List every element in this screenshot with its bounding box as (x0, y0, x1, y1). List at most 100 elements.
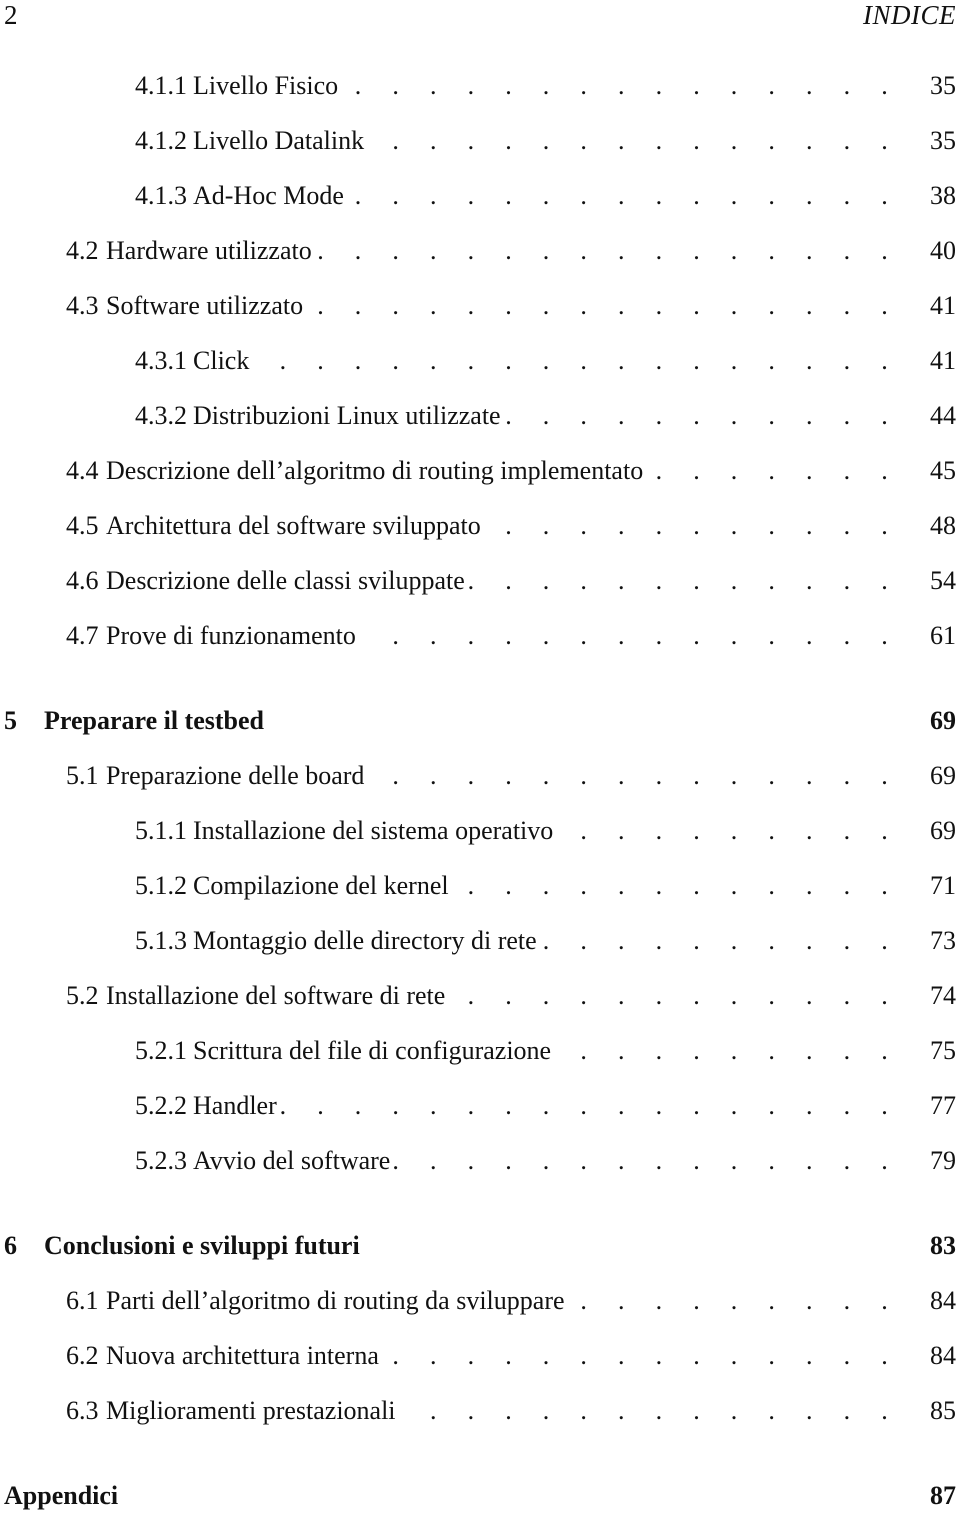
toc-entry[interactable]: 5.1.1 Installazione del sistema operativ… (0, 814, 960, 848)
toc-entry-title: Montaggio delle directory di rete (193, 924, 541, 958)
toc-leader: . . . . . . . . . . . . . . . . . . . . … (647, 456, 900, 485)
toc-entry[interactable]: 4.1.3 Ad-Hoc Mode. . . . . . . . . . . .… (0, 179, 960, 213)
toc-entry[interactable]: 4.3.1 Click. . . . . . . . . . . . . . .… (0, 344, 960, 378)
page-number: 2 (4, 0, 18, 30)
toc-entry[interactable]: 4.1.1 Livello Fisico. . . . . . . . . . … (0, 69, 960, 103)
toc-leader: . . . . . . . . . . . . . . . . . . . . … (342, 71, 900, 100)
toc-leader: . . . . . . . . . . . . . . . . . . . . … (316, 236, 900, 265)
toc-entry-number: 5.1.1 (135, 816, 187, 845)
toc-entry-number: 4.6 (66, 566, 99, 595)
toc-entry-page: 84 (930, 1341, 956, 1370)
toc-entry-page: 85 (930, 1396, 956, 1425)
toc-entry[interactable]: 4.3 Software utilizzato. . . . . . . . .… (0, 289, 960, 323)
toc-entry[interactable]: 4.5 Architettura del software sviluppato… (0, 509, 960, 543)
toc-entry-number: 5.2 (66, 981, 99, 1010)
toc-leader: . . . . . . . . . . . . . . . . . . . . … (400, 1396, 900, 1425)
toc-entry-number: 6 (4, 1231, 17, 1260)
running-title: INDICE (863, 0, 956, 30)
toc-entry-page: 44 (930, 401, 956, 430)
toc-entry-number: 4.3.2 (135, 401, 187, 430)
toc-entry-number: 4.1.3 (135, 181, 187, 210)
toc-leader: . . . . . . . . . . . . . . . . . . . . … (383, 1341, 900, 1370)
toc-chapter[interactable]: 5 Preparare il testbed 69 (0, 704, 960, 738)
toc-entry-number: 4.1.1 (135, 71, 187, 100)
toc-entry[interactable]: 5.2 Installazione del software di rete. … (0, 979, 960, 1013)
toc-leader: . . . . . . . . . . . . . . . . . . . . … (253, 346, 900, 375)
toc-entry-page: 83 (930, 1231, 956, 1260)
toc-entry-page: 35 (930, 126, 956, 155)
toc-leader: . . . . . . . . . . . . . . . . . . . . … (468, 566, 900, 595)
toc-entry-title: Architettura del software sviluppato (106, 509, 485, 543)
toc-entry-title: Scrittura del file di configurazione (193, 1034, 556, 1068)
toc-entry-title: Click (193, 344, 254, 378)
toc-entry-title: Hardware utilizzato (106, 234, 316, 268)
toc-entry-title: Software utilizzato (106, 289, 308, 323)
toc-entry[interactable]: 4.4 Descrizione dell’algoritmo di routin… (0, 454, 960, 488)
toc-entry-number: 5.1 (66, 761, 99, 790)
toc-entry-title: Distribuzioni Linux utilizzate (193, 399, 505, 433)
toc-entry[interactable]: 5.2.2 Handler. . . . . . . . . . . . . .… (0, 1089, 960, 1123)
toc-entry-number: 4.7 (66, 621, 99, 650)
toc-leader: . . . . . . . . . . . . . . . . . . . . … (485, 511, 900, 540)
toc-entry-page: 38 (930, 181, 956, 210)
toc-entry-number: 5.2.3 (135, 1146, 187, 1175)
toc-entry-number: 6.3 (66, 1396, 99, 1425)
toc-entry-title: Appendici (4, 1479, 123, 1513)
toc-entry-page: 74 (930, 981, 956, 1010)
toc-entry[interactable]: 6.2 Nuova architettura interna. . . . . … (0, 1339, 960, 1373)
toc-entry-title: Preparare il testbed (44, 704, 268, 738)
toc-appendix[interactable]: Appendici 87 (0, 1479, 960, 1513)
toc-leader: . . . . . . . . . . . . . . . . . . . . … (449, 981, 900, 1010)
toc-entry[interactable]: 5.2.1 Scrittura del file di configurazio… (0, 1034, 960, 1068)
toc-entry[interactable]: 4.6 Descrizione delle classi sviluppate.… (0, 564, 960, 598)
toc-entry-title: Preparazione delle board (106, 759, 369, 793)
toc-entry-page: 71 (930, 871, 956, 900)
toc-leader: . . . . . . . . . . . . . . . . . . . . … (360, 621, 900, 650)
toc-leader: . . . . . . . . . . . . . . . . . . . . … (368, 761, 900, 790)
toc-leader: . . . . . . . . . . . . . . . . . . . . … (569, 1286, 900, 1315)
toc-entry-number: 4.3.1 (135, 346, 187, 375)
toc-entry[interactable]: 5.1.3 Montaggio delle directory di rete.… (0, 924, 960, 958)
toc-entry-title: Handler (193, 1089, 281, 1123)
toc-entry-page: 61 (930, 621, 956, 650)
toc-entry-page: 40 (930, 236, 956, 265)
toc-entry-title: Ad-Hoc Mode (193, 179, 348, 213)
toc-entry-title: Parti dell’algoritmo di routing da svilu… (106, 1284, 569, 1318)
toc-entry[interactable]: 5.1 Preparazione delle board. . . . . . … (0, 759, 960, 793)
toc-chapter[interactable]: 6 Conclusioni e sviluppi futuri 83 (0, 1229, 960, 1263)
toc-entry[interactable]: 6.3 Miglioramenti prestazionali. . . . .… (0, 1394, 960, 1428)
toc-entry-page: 48 (930, 511, 956, 540)
toc-entry[interactable]: 4.7 Prove di funzionamento. . . . . . . … (0, 619, 960, 653)
toc-entry-page: 69 (930, 761, 956, 790)
toc-entry-page: 84 (930, 1286, 956, 1315)
toc-entry-page: 87 (930, 1481, 956, 1510)
toc-entry-number: 5.1.2 (135, 871, 187, 900)
toc-entry-page: 45 (930, 456, 956, 485)
toc-leader: . . . . . . . . . . . . . . . . . . . . … (557, 816, 900, 845)
toc-leader: . . . . . . . . . . . . . . . . . . . . … (453, 871, 900, 900)
page-header: 2 INDICE (0, 0, 960, 30)
toc-leader: . . . . . . . . . . . . . . . . . . . . … (348, 181, 900, 210)
toc-entry-number: 5.1.3 (135, 926, 187, 955)
toc-entry-title: Installazione del software di rete (106, 979, 450, 1013)
toc-leader: . . . . . . . . . . . . . . . . . . . . … (368, 126, 900, 155)
toc-entry[interactable]: 4.2 Hardware utilizzato. . . . . . . . .… (0, 234, 960, 268)
toc-leader: . . . . . . . . . . . . . . . . . . . . … (280, 1091, 900, 1120)
toc-entry-page: 69 (930, 706, 956, 735)
toc-entry-number: 4.3 (66, 291, 99, 320)
toc-entry[interactable]: 5.2.3 Avvio del software. . . . . . . . … (0, 1144, 960, 1178)
toc-leader: . . . . . . . . . . . . . . . . . . . . … (505, 401, 900, 430)
toc-entry-page: 73 (930, 926, 956, 955)
toc-entry-title: Prove di funzionamento (106, 619, 360, 653)
toc-entry-title: Livello Datalink (193, 124, 369, 158)
toc-entry[interactable]: 4.1.2 Livello Datalink. . . . . . . . . … (0, 124, 960, 158)
toc-entry-page: 41 (930, 291, 956, 320)
toc-entry[interactable]: 6.1 Parti dell’algoritmo di routing da s… (0, 1284, 960, 1318)
toc-leader: . . . . . . . . . . . . . . . . . . . . … (541, 926, 900, 955)
toc-leader: . . . . . . . . . . . . . . . . . . . . … (555, 1036, 900, 1065)
toc-leader: . . . . . . . . . . . . . . . . . . . . … (307, 291, 900, 320)
toc-entry-number: 6.1 (66, 1286, 99, 1315)
toc-entry[interactable]: 5.1.2 Compilazione del kernel. . . . . .… (0, 869, 960, 903)
toc-entry-title: Avvio del software (193, 1144, 395, 1178)
toc-entry[interactable]: 4.3.2 Distribuzioni Linux utilizzate. . … (0, 399, 960, 433)
